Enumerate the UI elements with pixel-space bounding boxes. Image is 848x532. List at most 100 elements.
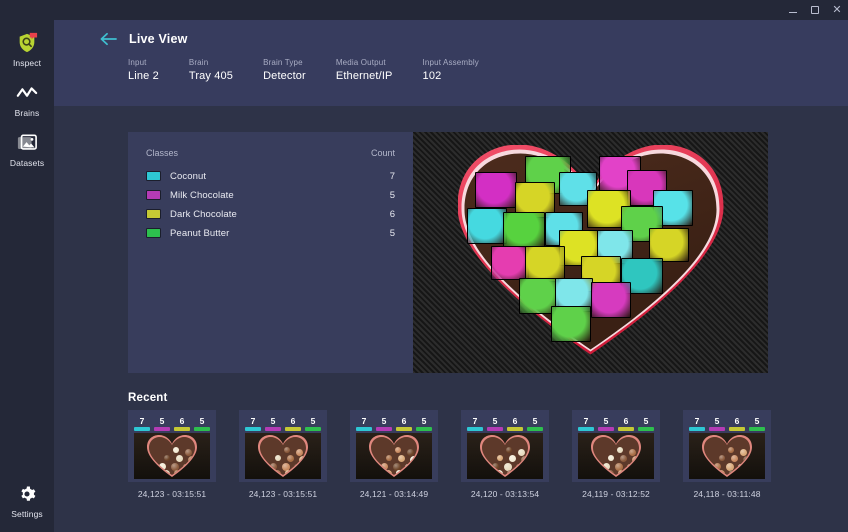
thumb-class-count: 5: [154, 416, 170, 431]
maximize-icon: [811, 6, 819, 14]
chocolate-piece: [408, 470, 415, 477]
thumb-class-count: 7: [356, 416, 372, 431]
classes-panel: Classes Count Coconut 7 Milk Chocolate 5 Dar…: [128, 132, 413, 373]
chocolate-piece: [500, 476, 508, 479]
thumb-label: 24,119 - 03:12:52: [582, 489, 650, 499]
thumb-count-bar: [598, 427, 614, 431]
sidebar-item-datasets[interactable]: Datasets: [0, 123, 54, 173]
thumb-count-bar: [749, 427, 765, 431]
thumb-count-value: 5: [714, 416, 720, 426]
class-row[interactable]: Milk Chocolate 5: [146, 186, 395, 204]
close-icon: ✕: [832, 3, 842, 16]
meta-input: Input Line 2: [128, 58, 159, 82]
chocolate-piece: [734, 476, 740, 479]
chocolate-piece: [308, 451, 316, 459]
maximize-button[interactable]: [804, 0, 826, 20]
meta-label: Brain Type: [263, 58, 303, 67]
title-bar: ✕: [0, 0, 848, 20]
close-button[interactable]: ✕: [826, 0, 848, 20]
thumb-count-value: 6: [179, 416, 185, 426]
thumb-count-value: 5: [270, 416, 276, 426]
minimize-button[interactable]: [782, 0, 804, 20]
chocolate-piece: [644, 457, 650, 463]
chocolate-piece: [275, 455, 281, 461]
chocolate-piece: [731, 455, 738, 462]
thumb-class-count: 7: [467, 416, 483, 431]
chocolate-piece: [639, 464, 646, 471]
mini-heart-fill: [482, 437, 528, 475]
meta-value: Line 2: [128, 70, 159, 82]
mini-heart-box: [480, 435, 530, 477]
thumb-count-bar: [416, 427, 432, 431]
sidebar-item-brains[interactable]: Brains: [0, 73, 54, 123]
thumb-class-count: 5: [194, 416, 210, 431]
thumb-count-bar: [285, 427, 301, 431]
chocolate-piece: [629, 449, 636, 456]
class-count: 7: [389, 170, 395, 182]
chocolate-piece: [176, 455, 183, 462]
thumb-count-value: 5: [492, 416, 498, 426]
detection-box: [648, 227, 689, 262]
chocolate-piece: [386, 455, 392, 461]
class-name: Peanut Butter: [170, 227, 230, 239]
meta-label: Brain: [188, 58, 209, 67]
chocolate-piece: [620, 455, 627, 462]
chocolate-piece: [407, 449, 414, 456]
mini-heart-box: [702, 435, 752, 477]
thumb-count-bar: [305, 427, 321, 431]
chocolate-piece: [389, 476, 397, 479]
thumb-count-value: 5: [421, 416, 427, 426]
class-row[interactable]: Dark Chocolate 6: [146, 205, 395, 223]
chocolate-piece: [741, 470, 748, 477]
thumb-image: [689, 433, 765, 479]
chocolate-piece: [623, 476, 629, 479]
thumb-count-bar: [174, 427, 190, 431]
class-row[interactable]: Peanut Butter 5: [146, 224, 395, 242]
thumb-label: 24,123 - 03:15:51: [248, 489, 318, 499]
chocolate-piece: [746, 475, 753, 479]
meta-label: Input Assembly: [422, 58, 479, 67]
thumb-counts-row: 7 5 6 5: [689, 416, 765, 431]
chocolate-piece: [296, 449, 303, 456]
thumb-body: 7 5 6 5: [572, 410, 660, 482]
live-image-panel[interactable]: [413, 132, 768, 373]
mini-heart-box: [147, 435, 197, 477]
thumb-count-bar: [376, 427, 392, 431]
chocolate-piece: [497, 455, 503, 461]
recent-thumbnail[interactable]: 7 5 6 5 24,121 - 03:14:49: [350, 410, 438, 499]
sidebar-item-inspect[interactable]: Inspect: [0, 20, 54, 73]
app-window: ✕ Inspect Brains Datasets Settings Live …: [0, 0, 848, 532]
class-row[interactable]: Coconut 7: [146, 167, 395, 185]
thumb-count-value: 6: [623, 416, 629, 426]
thumb-count-value: 7: [139, 416, 145, 426]
thumb-image: [467, 433, 543, 479]
main-content: Classes Count Coconut 7 Milk Chocolate 5 Dar…: [54, 106, 848, 532]
recent-thumbnail[interactable]: 7 5 6 5 24,120 - 03:13:54: [461, 410, 549, 499]
detection-box: [466, 207, 507, 244]
recent-thumbnail[interactable]: 7 5 6 5 24,118 - 03:11:48: [683, 410, 771, 499]
mini-heart-box: [258, 435, 308, 477]
chocolate-piece: [635, 475, 642, 479]
mini-heart-fill: [260, 437, 306, 475]
recent-thumbnail[interactable]: 7 5 6 5 24,123 - 03:15:51: [239, 410, 327, 499]
recent-thumbnail[interactable]: 7 5 6 5 24,123 - 03:15:51: [128, 410, 216, 499]
images-stack-icon: [14, 132, 40, 154]
chocolate-piece: [297, 470, 304, 477]
thumb-body: 7 5 6 5: [683, 410, 771, 482]
back-button[interactable]: [100, 32, 117, 46]
thumb-label: 24,120 - 03:13:54: [470, 489, 540, 499]
classes-list: Coconut 7 Milk Chocolate 5 Dark Chocolate 6 Pe…: [146, 167, 395, 242]
recent-thumbnail[interactable]: 7 5 6 5 24,119 - 03:12:52: [572, 410, 660, 499]
detection-box: [502, 211, 545, 248]
sidebar-item-settings[interactable]: Settings: [0, 474, 54, 524]
chocolate-piece: [719, 455, 725, 461]
thumb-count-value: 5: [754, 416, 760, 426]
thumb-counts-row: 7 5 6 5: [356, 416, 432, 431]
sidebar-item-label: Brains: [14, 108, 40, 118]
thumb-count-value: 7: [694, 416, 700, 426]
chocolate-piece: [728, 447, 734, 453]
thumb-count-bar: [578, 427, 594, 431]
thumb-class-count: 5: [638, 416, 654, 431]
thumb-class-count: 7: [245, 416, 261, 431]
thumb-count-value: 7: [472, 416, 478, 426]
